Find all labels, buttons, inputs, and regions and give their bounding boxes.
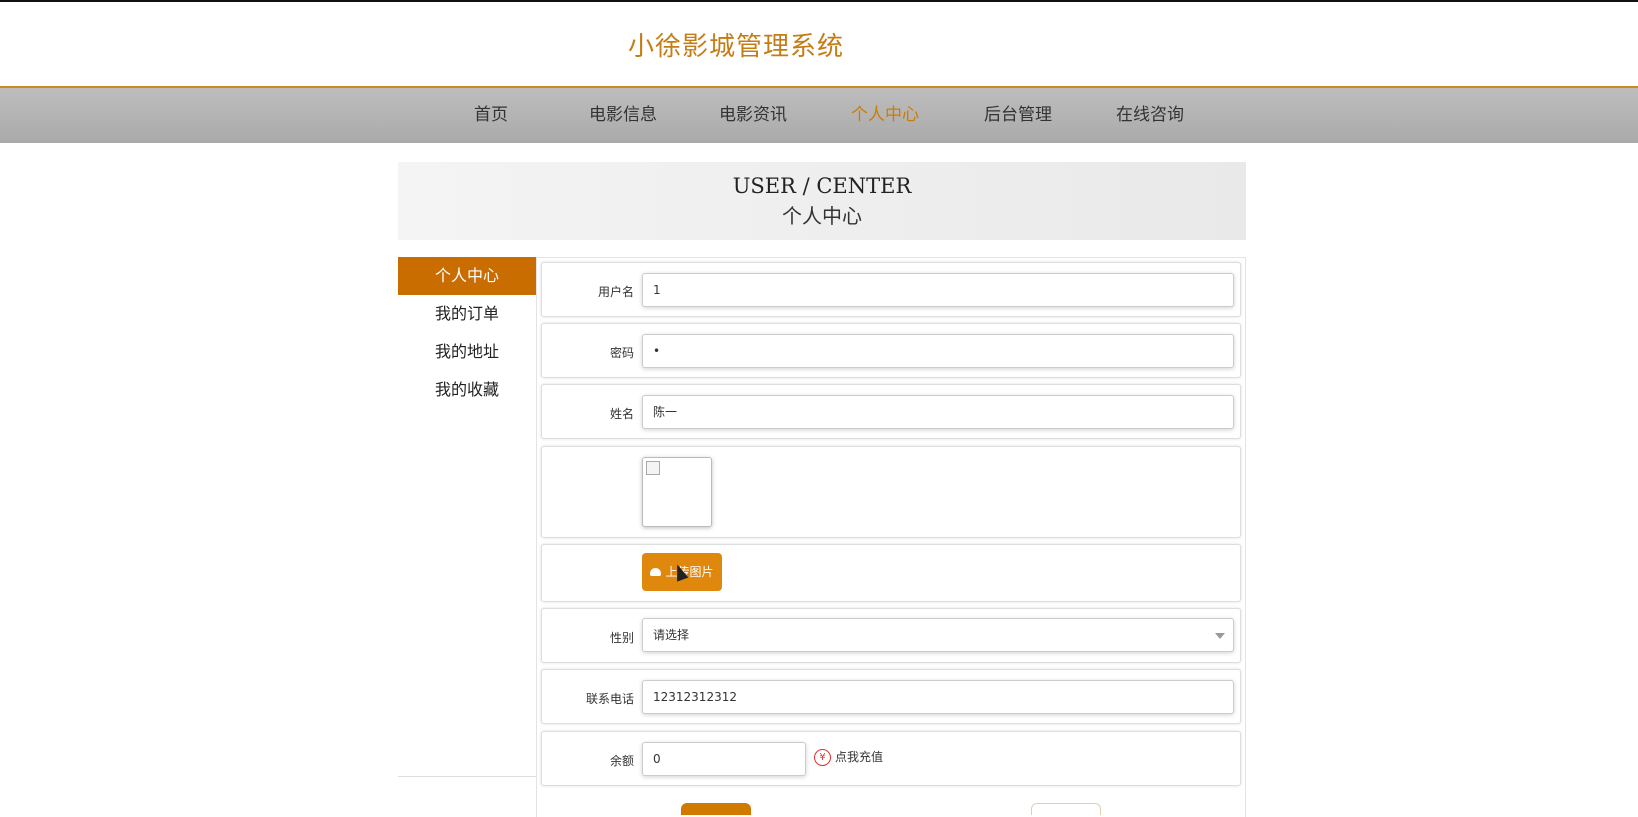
recharge-label: 点我充值 (835, 750, 884, 764)
sidebar-item-user-center[interactable]: 个人中心 (398, 257, 536, 295)
form-row-balance: 余额 0 ¥ 点我充值 (541, 731, 1241, 786)
sidebar-item-address[interactable]: 我的地址 (398, 333, 536, 371)
page-banner: USER / CENTER 个人中心 (398, 162, 1246, 240)
gender-select-value: 请选择 (653, 628, 690, 642)
logout-button[interactable] (1031, 803, 1101, 815)
nav-online-consult[interactable]: 在线咨询 (1116, 88, 1184, 143)
form-row-upload: 上传图片 (541, 544, 1241, 602)
banner-title-en: USER / CENTER (732, 174, 912, 198)
sidebar: 个人中心 我的订单 我的地址 我的收藏 (398, 257, 536, 777)
nav-user-center[interactable]: 个人中心 (851, 88, 919, 143)
banner-title-cn: 个人中心 (782, 204, 862, 228)
avatar-preview (642, 457, 712, 527)
gender-label: 性别 (609, 631, 634, 645)
nav-home[interactable]: 首页 (474, 88, 508, 143)
yen-icon: ¥ (814, 749, 831, 766)
form-row-phone: 联系电话 12312312312 (541, 669, 1241, 724)
nav-movie-news[interactable]: 电影资讯 (719, 88, 787, 143)
form-row-username: 用户名 1 (541, 262, 1241, 317)
phone-input[interactable]: 12312312312 (642, 680, 1234, 714)
main-nav: 首页 电影信息 电影资讯 个人中心 后台管理 在线咨询 (0, 88, 1638, 143)
form-row-avatar (541, 446, 1241, 538)
nav-admin[interactable]: 后台管理 (984, 88, 1052, 143)
site-header: 小徐影城管理系统 (0, 2, 1638, 88)
broken-image-icon (646, 461, 660, 475)
form-row-gender: 性别 请选择 (541, 608, 1241, 663)
phone-label: 联系电话 (585, 692, 634, 706)
password-label: 密码 (609, 346, 634, 360)
cloud-upload-icon (650, 567, 662, 576)
balance-label: 余额 (609, 754, 634, 768)
site-title: 小徐影城管理系统 (628, 32, 845, 62)
password-input[interactable]: • (642, 334, 1234, 368)
form-row-name: 姓名 陈一 (541, 384, 1241, 439)
update-button[interactable] (681, 803, 751, 815)
form-row-password: 密码 • (541, 323, 1241, 378)
sidebar-item-favorites[interactable]: 我的收藏 (398, 371, 536, 409)
user-form: 用户名 1 密码 • 姓名 陈一 上传图片 性别 请选择 联系电话 123123… (536, 257, 1246, 817)
recharge-link[interactable]: ¥ 点我充值 (814, 748, 883, 766)
balance-input[interactable]: 0 (642, 742, 806, 776)
gender-select[interactable]: 请选择 (642, 618, 1234, 652)
nav-movie-info[interactable]: 电影信息 (589, 88, 657, 143)
username-input[interactable]: 1 (642, 273, 1234, 307)
chevron-down-icon (1215, 633, 1225, 639)
name-label: 姓名 (609, 407, 634, 421)
name-input[interactable]: 陈一 (642, 395, 1234, 429)
username-label: 用户名 (597, 285, 634, 299)
sidebar-item-orders[interactable]: 我的订单 (398, 295, 536, 333)
